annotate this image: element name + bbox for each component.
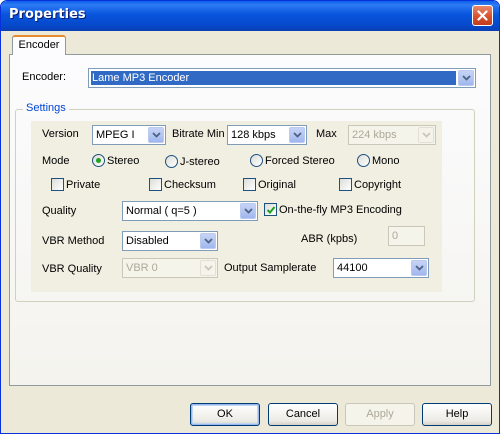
chevron-down-icon: [203, 265, 213, 271]
mode-mono-radio[interactable]: [357, 154, 370, 167]
mode-jstereo-radio[interactable]: [165, 155, 178, 168]
encoder-select-value: Lame MP3 Encoder: [91, 71, 456, 85]
properties-window: Properties Encoder Encoder: Lame MP3 Enc…: [0, 0, 500, 434]
output-samplerate-select-value: 44100: [337, 262, 368, 274]
mode-stereo-radio[interactable]: [92, 154, 105, 167]
tab-encoder[interactable]: Encoder: [12, 35, 66, 55]
version-select[interactable]: MPEG I: [92, 125, 166, 145]
dialog-client: Encoder Encoder: Lame MP3 Encoder Settin…: [4, 31, 496, 431]
max-label: Max: [316, 128, 337, 140]
on-the-fly-checkbox[interactable]: [264, 203, 277, 216]
quality-select-arrow[interactable]: [240, 203, 256, 219]
output-samplerate-select-arrow[interactable]: [411, 260, 427, 276]
cancel-button[interactable]: Cancel: [268, 403, 338, 426]
vbr-method-label: VBR Method: [42, 235, 105, 247]
mode-label: Mode: [42, 155, 70, 167]
mode-jstereo-label: J-stereo: [180, 156, 220, 168]
checksum-checkbox[interactable]: [149, 178, 162, 191]
checkmark-icon: [266, 206, 276, 214]
copyright-checkbox[interactable]: [339, 178, 352, 191]
settings-legend: Settings: [23, 102, 69, 114]
abr-input[interactable]: 0: [388, 226, 425, 246]
encoder-select-arrow[interactable]: [458, 70, 474, 86]
chevron-down-icon: [151, 132, 161, 138]
private-label: Private: [66, 179, 101, 191]
close-icon: [477, 10, 488, 21]
bitrate-min-select[interactable]: 128 kbps: [227, 125, 307, 145]
bitrate-min-select-arrow[interactable]: [289, 127, 305, 143]
vbr-quality-select-arrow: [200, 260, 216, 276]
max-select-arrow: [418, 127, 434, 143]
abr-input-value: 0: [392, 230, 399, 242]
mode-mono-label: Mono: [372, 155, 400, 167]
chevron-down-icon: [421, 132, 431, 138]
apply-button[interactable]: Apply: [345, 403, 415, 426]
chevron-down-icon: [203, 238, 213, 244]
original-label: Original: [258, 179, 296, 191]
window-title: Properties: [9, 7, 86, 22]
vbr-method-select[interactable]: Disabled: [122, 231, 218, 251]
chevron-down-icon: [243, 208, 253, 214]
quality-select[interactable]: Normal ( q=5 ): [122, 201, 258, 221]
tab-encoder-label: Encoder: [18, 39, 60, 51]
bitrate-min-select-value: 128 kbps: [231, 129, 276, 141]
copyright-label: Copyright: [354, 179, 402, 191]
output-samplerate-label: Output Samplerate: [224, 262, 317, 274]
help-button[interactable]: Help: [422, 403, 492, 426]
mode-forced-stereo-label: Forced Stereo: [265, 155, 335, 167]
chevron-down-icon: [414, 265, 424, 271]
quality-label: Quality: [42, 205, 77, 217]
mode-stereo-label: Stereo: [107, 155, 140, 167]
chevron-down-icon: [292, 132, 302, 138]
vbr-quality-select-value: VBR 0: [126, 262, 158, 274]
vbr-method-select-arrow[interactable]: [200, 233, 216, 249]
output-samplerate-select[interactable]: 44100: [333, 258, 429, 278]
mode-forced-stereo-radio[interactable]: [250, 154, 263, 167]
close-button[interactable]: [472, 5, 493, 26]
vbr-method-select-value: Disabled: [126, 235, 169, 247]
encoder-select[interactable]: Lame MP3 Encoder: [88, 68, 476, 88]
version-select-value: MPEG I: [96, 129, 135, 141]
vbr-quality-label: VBR Quality: [42, 263, 102, 275]
encoder-label: Encoder:: [22, 71, 67, 83]
private-checkbox[interactable]: [51, 178, 64, 191]
max-select[interactable]: 224 kbps: [348, 125, 436, 145]
bitrate-min-label: Bitrate Min: [172, 128, 225, 140]
abr-label: ABR (kpbs): [301, 233, 358, 245]
ok-button[interactable]: OK: [190, 403, 260, 426]
checksum-label: Checksum: [164, 179, 216, 191]
on-the-fly-label: On-the-fly MP3 Encoding: [279, 204, 402, 216]
version-select-arrow[interactable]: [148, 127, 164, 143]
quality-select-value: Normal ( q=5 ): [126, 205, 197, 217]
chevron-down-icon: [461, 75, 471, 81]
max-select-value: 224 kbps: [352, 129, 397, 141]
vbr-quality-select[interactable]: VBR 0: [122, 258, 218, 278]
version-label: Version: [42, 128, 79, 140]
original-checkbox[interactable]: [243, 178, 256, 191]
title-bar[interactable]: Properties: [1, 1, 499, 31]
